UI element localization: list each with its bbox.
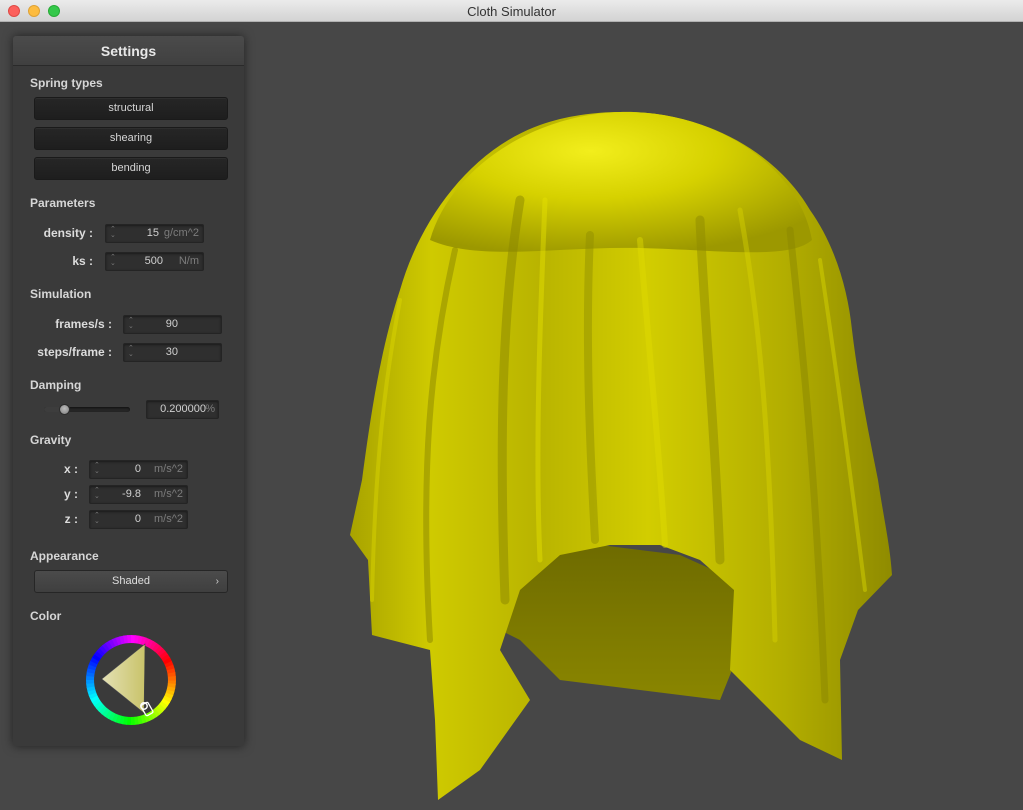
hue-segment bbox=[127, 635, 132, 644]
gravity-y-stepper-icon[interactable]: ⌃ ⌄ bbox=[94, 487, 100, 501]
shearing-button[interactable]: shearing bbox=[34, 127, 228, 150]
density-value: 15 bbox=[146, 227, 159, 239]
appearance-label: Appearance bbox=[30, 549, 99, 563]
bending-button[interactable]: bending bbox=[34, 157, 228, 180]
density-input[interactable]: ⌃ ⌄ 15 g/cm^2 bbox=[105, 224, 204, 243]
gravity-y-input[interactable]: ⌃ ⌄ -9.8 m/s^2 bbox=[89, 485, 188, 504]
gravity-z-label: z : bbox=[64, 512, 78, 526]
damping-input[interactable]: 0.200000 % bbox=[146, 400, 219, 419]
window-title: Cloth Simulator bbox=[467, 4, 556, 19]
ks-stepper-icon[interactable]: ⌃ ⌄ bbox=[110, 254, 116, 268]
structural-button[interactable]: structural bbox=[34, 97, 228, 120]
ks-unit: N/m bbox=[178, 255, 199, 267]
gravity-x-input[interactable]: ⌃ ⌄ 0 m/s^2 bbox=[89, 460, 188, 479]
gravity-z-value: 0 bbox=[134, 513, 141, 525]
damping-slider[interactable] bbox=[44, 404, 130, 415]
steps-stepper-icon[interactable]: ⌃ ⌄ bbox=[128, 345, 134, 359]
gravity-z-input[interactable]: ⌃ ⌄ 0 m/s^2 bbox=[89, 510, 188, 529]
gravity-x-stepper-icon[interactable]: ⌃ ⌄ bbox=[94, 462, 100, 476]
gravity-y-value: -9.8 bbox=[122, 488, 141, 500]
density-unit: g/cm^2 bbox=[163, 227, 199, 239]
gravity-x-value: 0 bbox=[134, 463, 141, 475]
color-wheel[interactable] bbox=[85, 634, 177, 726]
settings-panel-title[interactable]: Settings bbox=[13, 36, 244, 66]
settings-panel: Settings Spring types structural shearin… bbox=[13, 36, 244, 746]
density-label: density : bbox=[43, 226, 93, 240]
frames-per-second-label: frames/s : bbox=[55, 317, 112, 331]
ks-value: 500 bbox=[144, 255, 163, 267]
gravity-z-stepper-icon[interactable]: ⌃ ⌄ bbox=[94, 512, 100, 526]
gravity-z-unit: m/s^2 bbox=[154, 513, 183, 525]
steps-per-frame-value: 30 bbox=[165, 346, 178, 358]
ks-input[interactable]: ⌃ ⌄ 500 N/m bbox=[105, 252, 204, 271]
gravity-y-unit: m/s^2 bbox=[154, 488, 183, 500]
gravity-y-label: y : bbox=[63, 487, 78, 501]
damping-unit: % bbox=[205, 403, 215, 415]
damping-value: 0.200000 bbox=[160, 403, 206, 415]
steps-per-frame-input[interactable]: ⌃ ⌄ 30 bbox=[123, 343, 222, 362]
hue-segment bbox=[167, 676, 176, 681]
triangle-shade bbox=[102, 644, 145, 713]
hue-segment bbox=[130, 716, 135, 725]
gravity-label: Gravity bbox=[30, 433, 72, 447]
cloth-dome bbox=[430, 111, 812, 253]
damping-slider-handle[interactable] bbox=[59, 404, 70, 415]
appearance-dropdown[interactable]: Shaded › bbox=[34, 570, 228, 593]
simulation-label: Simulation bbox=[30, 287, 92, 301]
density-stepper-icon[interactable]: ⌃ ⌄ bbox=[110, 226, 116, 240]
ks-label: ks : bbox=[72, 254, 93, 268]
damping-label: Damping bbox=[30, 378, 82, 392]
frames-per-second-value: 90 bbox=[165, 318, 178, 330]
title-bar: Cloth Simulator bbox=[0, 0, 1023, 22]
hue-segment bbox=[86, 679, 95, 684]
chevron-right-icon: › bbox=[215, 576, 219, 587]
frames-stepper-icon[interactable]: ⌃ ⌄ bbox=[128, 317, 134, 331]
appearance-selected: Shaded bbox=[112, 575, 150, 587]
color-label: Color bbox=[30, 609, 62, 623]
gravity-x-unit: m/s^2 bbox=[154, 463, 183, 475]
parameters-label: Parameters bbox=[30, 196, 96, 210]
frames-per-second-input[interactable]: ⌃ ⌄ 90 bbox=[123, 315, 222, 334]
gravity-x-label: x : bbox=[63, 462, 78, 476]
spring-types-label: Spring types bbox=[30, 76, 103, 90]
steps-per-frame-label: steps/frame : bbox=[37, 345, 112, 359]
